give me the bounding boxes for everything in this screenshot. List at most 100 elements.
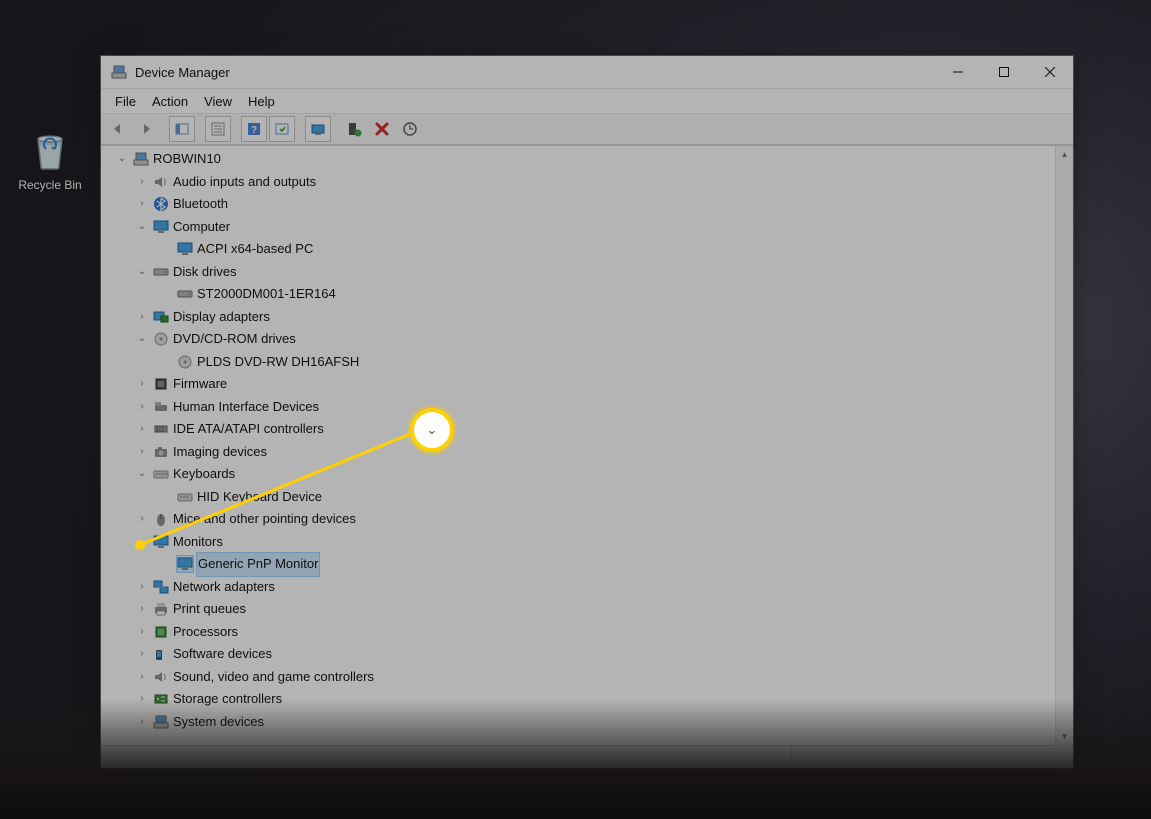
expander-icon[interactable]: ⌄ — [135, 535, 149, 549]
recycle-bin-desktop-icon[interactable]: Recycle Bin — [10, 125, 90, 192]
expander-icon[interactable]: › — [135, 602, 149, 616]
tree-processors[interactable]: › Processors — [101, 621, 1055, 644]
tree-label: Firmware — [173, 373, 227, 396]
forward-button[interactable] — [133, 116, 159, 142]
tree-monitors-child[interactable]: Generic PnP Monitor — [101, 553, 1055, 576]
cpu-icon — [153, 624, 169, 640]
uninstall-device-button[interactable] — [369, 116, 395, 142]
expander-icon[interactable]: › — [135, 692, 149, 706]
tree-root[interactable]: ⌄ ROBWIN10 — [101, 148, 1055, 171]
scroll-down-icon[interactable]: ▾ — [1056, 728, 1073, 745]
expander-icon[interactable]: › — [135, 197, 149, 211]
chip-icon — [153, 376, 169, 392]
enable-device-button[interactable] — [341, 116, 367, 142]
properties-button[interactable] — [205, 116, 231, 142]
tree-keyboards[interactable]: ⌄ Keyboards — [101, 463, 1055, 486]
tree-monitors[interactable]: ⌄ Monitors — [101, 531, 1055, 554]
vertical-scrollbar[interactable]: ▴ ▾ — [1055, 146, 1073, 745]
tree-display[interactable]: › Display adapters — [101, 306, 1055, 329]
tree-label: Monitors — [173, 531, 223, 554]
tree-computer[interactable]: ⌄ Computer — [101, 216, 1055, 239]
tree-network[interactable]: › Network adapters — [101, 576, 1055, 599]
desktop: Recycle Bin Device Manager File Action V… — [0, 0, 1151, 819]
tree-sound[interactable]: › Sound, video and game controllers — [101, 666, 1055, 689]
tree-firmware[interactable]: › Firmware — [101, 373, 1055, 396]
dvd-icon — [153, 331, 169, 347]
tree-keyboards-child[interactable]: HID Keyboard Device — [101, 486, 1055, 509]
back-button[interactable] — [105, 116, 131, 142]
tree-storage[interactable]: › Storage controllers — [101, 688, 1055, 711]
titlebar[interactable]: Device Manager — [101, 56, 1073, 89]
tree-software[interactable]: › Software devices — [101, 643, 1055, 666]
tree-label: Sound, video and game controllers — [173, 666, 374, 689]
tree-audio[interactable]: › Audio inputs and outputs — [101, 171, 1055, 194]
tree-label: DVD/CD-ROM drives — [173, 328, 296, 351]
monitor-icon — [177, 241, 193, 257]
expander-icon[interactable]: › — [135, 625, 149, 639]
tree-label: Mice and other pointing devices — [173, 508, 356, 531]
expander-icon[interactable]: › — [135, 422, 149, 436]
tree-ide[interactable]: › IDE ATA/ATAPI controllers — [101, 418, 1055, 441]
device-tree[interactable]: ⌄ ROBWIN10 › Audio inputs and outputs › … — [101, 146, 1055, 745]
maximize-button[interactable] — [981, 56, 1027, 88]
expander-icon[interactable]: › — [135, 647, 149, 661]
speaker-icon — [153, 669, 169, 685]
tree-label: Computer — [173, 216, 230, 239]
menu-action[interactable]: Action — [144, 92, 196, 111]
tree-label: ROBWIN10 — [153, 148, 221, 171]
tree-dvd-child[interactable]: PLDS DVD-RW DH16AFSH — [101, 351, 1055, 374]
scroll-up-icon[interactable]: ▴ — [1056, 146, 1073, 163]
bluetooth-icon — [153, 196, 169, 212]
action-button[interactable] — [269, 116, 295, 142]
tree-system[interactable]: › System devices — [101, 711, 1055, 734]
keyboard-icon — [153, 466, 169, 482]
update-driver-button[interactable] — [305, 116, 331, 142]
network-icon — [153, 579, 169, 595]
expander-icon[interactable]: ⌄ — [115, 152, 129, 166]
help-button[interactable]: ? — [241, 116, 267, 142]
tree-dvd[interactable]: ⌄ DVD/CD-ROM drives — [101, 328, 1055, 351]
show-hide-tree-button[interactable] — [169, 116, 195, 142]
menu-help[interactable]: Help — [240, 92, 283, 111]
expander-icon[interactable]: › — [135, 310, 149, 324]
tree-bluetooth[interactable]: › Bluetooth — [101, 193, 1055, 216]
tree-imaging[interactable]: › Imaging devices — [101, 441, 1055, 464]
expander-icon[interactable]: › — [135, 670, 149, 684]
camera-icon — [153, 444, 169, 460]
tree-disk[interactable]: ⌄ Disk drives — [101, 261, 1055, 284]
tree-label: ST2000DM001-1ER164 — [197, 283, 336, 306]
tree-label: PLDS DVD-RW DH16AFSH — [197, 351, 359, 374]
tree-label: Network adapters — [173, 576, 275, 599]
close-button[interactable] — [1027, 56, 1073, 88]
disk-icon — [177, 286, 193, 302]
expander-icon[interactable]: ⌄ — [135, 265, 149, 279]
toolbar: ? — [101, 114, 1073, 145]
tree-computer-child[interactable]: ACPI x64-based PC — [101, 238, 1055, 261]
expander-icon[interactable]: › — [135, 175, 149, 189]
scan-hardware-button[interactable] — [397, 116, 423, 142]
tree-disk-child[interactable]: ST2000DM001-1ER164 — [101, 283, 1055, 306]
tree-mice[interactable]: › Mice and other pointing devices — [101, 508, 1055, 531]
expander-icon[interactable]: ⌄ — [135, 220, 149, 234]
speaker-icon — [153, 174, 169, 190]
expander-icon[interactable]: ⌄ — [135, 467, 149, 481]
expander-icon[interactable]: › — [135, 715, 149, 729]
tree-print[interactable]: › Print queues — [101, 598, 1055, 621]
monitor-icon — [153, 219, 169, 235]
menu-file[interactable]: File — [107, 92, 144, 111]
printer-icon — [153, 601, 169, 617]
tree-hid[interactable]: › Human Interface Devices — [101, 396, 1055, 419]
tree-label: Display adapters — [173, 306, 270, 329]
expander-icon[interactable]: › — [135, 377, 149, 391]
expander-icon[interactable]: › — [135, 445, 149, 459]
hid-icon — [153, 399, 169, 415]
expander-icon[interactable]: › — [135, 400, 149, 414]
expander-icon[interactable]: › — [135, 580, 149, 594]
minimize-button[interactable] — [935, 56, 981, 88]
statusbar — [101, 745, 1073, 768]
menubar: File Action View Help — [101, 89, 1073, 114]
expander-icon[interactable]: › — [135, 512, 149, 526]
menu-view[interactable]: View — [196, 92, 240, 111]
monitor-icon — [153, 534, 169, 550]
expander-icon[interactable]: ⌄ — [135, 332, 149, 346]
